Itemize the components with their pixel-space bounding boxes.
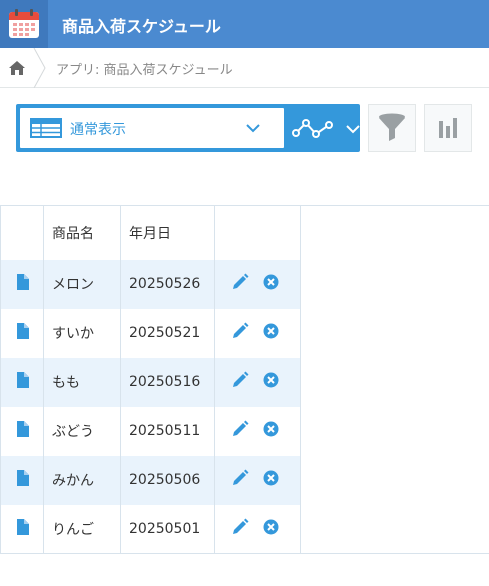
- document-icon[interactable]: [16, 274, 29, 294]
- cell-actions: [214, 455, 301, 505]
- bar-chart-icon: [439, 118, 457, 138]
- view-label: 通常表示: [70, 122, 126, 138]
- delete-x-icon[interactable]: [263, 274, 279, 294]
- cell-date: 20250511: [120, 406, 215, 456]
- funnel-icon: [379, 113, 405, 141]
- record-detail-link[interactable]: [0, 406, 44, 456]
- breadcrumb-app-link[interactable]: アプリ: 商品入荷スケジュール: [56, 59, 233, 78]
- cell-product-name: すいか: [43, 308, 121, 358]
- cell-actions: [214, 406, 301, 456]
- document-icon[interactable]: [16, 518, 29, 539]
- table-icon: [30, 118, 62, 138]
- cell-date: 20250501: [120, 504, 215, 554]
- app-title: 商品入荷スケジュール: [62, 17, 221, 36]
- graph-chevron-down-icon[interactable]: [346, 124, 360, 134]
- delete-x-icon[interactable]: [263, 323, 279, 343]
- cell-date: 20250506: [120, 455, 215, 505]
- table-row: ぶどう 20250511: [0, 406, 301, 456]
- edit-pencil-icon[interactable]: [231, 469, 249, 491]
- chart-button[interactable]: [424, 104, 472, 152]
- cell-product-name: メロン: [43, 259, 121, 309]
- cell-product-name: みかん: [43, 455, 121, 505]
- record-detail-link[interactable]: [0, 455, 44, 505]
- edit-pencil-icon[interactable]: [231, 322, 249, 344]
- view-dropdown[interactable]: 通常表示: [20, 108, 284, 148]
- header-actions: [214, 205, 301, 260]
- edit-pencil-icon[interactable]: [231, 371, 249, 393]
- record-detail-link[interactable]: [0, 308, 44, 358]
- document-icon[interactable]: [16, 421, 29, 441]
- home-icon[interactable]: [8, 60, 26, 76]
- app-header: 商品入荷スケジュール: [0, 0, 489, 48]
- record-detail-link[interactable]: [0, 504, 44, 554]
- record-table: 商品名 年月日 メロン 20250526 すいか 20250521 もも 20250516…: [0, 205, 301, 554]
- filter-button[interactable]: [368, 104, 416, 152]
- chevron-down-icon: [246, 124, 260, 133]
- record-detail-link[interactable]: [0, 357, 44, 407]
- table-row: みかん 20250506: [0, 455, 301, 505]
- header-detail: [0, 205, 44, 260]
- cell-actions: [214, 504, 301, 554]
- cell-product-name: りんご: [43, 504, 121, 554]
- document-icon[interactable]: [16, 323, 29, 343]
- table-row: メロン 20250526: [0, 259, 301, 309]
- edit-pencil-icon[interactable]: [231, 420, 249, 442]
- calendar-icon[interactable]: [0, 0, 48, 48]
- table-bottom-border: [300, 553, 489, 554]
- delete-x-icon[interactable]: [263, 372, 279, 392]
- table-row: もも 20250516: [0, 357, 301, 407]
- record-detail-link[interactable]: [0, 259, 44, 309]
- header-product-name[interactable]: 商品名: [43, 205, 121, 260]
- table-top-border: [300, 205, 489, 206]
- graph-icon[interactable]: [292, 118, 334, 140]
- table-header-row: 商品名 年月日: [0, 205, 301, 260]
- cell-date: 20250521: [120, 308, 215, 358]
- delete-x-icon[interactable]: [263, 519, 279, 539]
- cell-actions: [214, 357, 301, 407]
- edit-pencil-icon[interactable]: [231, 518, 249, 540]
- cell-product-name: ぶどう: [43, 406, 121, 456]
- cell-product-name: もも: [43, 357, 121, 407]
- delete-x-icon[interactable]: [263, 470, 279, 490]
- delete-x-icon[interactable]: [263, 421, 279, 441]
- breadcrumb-separator-icon: [33, 48, 46, 88]
- cell-date: 20250516: [120, 357, 215, 407]
- view-selector[interactable]: 通常表示: [16, 104, 360, 152]
- cell-actions: [214, 308, 301, 358]
- table-row: すいか 20250521: [0, 308, 301, 358]
- edit-pencil-icon[interactable]: [231, 273, 249, 295]
- table-row: りんご 20250501: [0, 504, 301, 554]
- cell-date: 20250526: [120, 259, 215, 309]
- document-icon[interactable]: [16, 470, 29, 490]
- header-date[interactable]: 年月日: [120, 205, 215, 260]
- document-icon[interactable]: [16, 372, 29, 392]
- cell-actions: [214, 259, 301, 309]
- breadcrumb: アプリ: 商品入荷スケジュール: [0, 48, 489, 88]
